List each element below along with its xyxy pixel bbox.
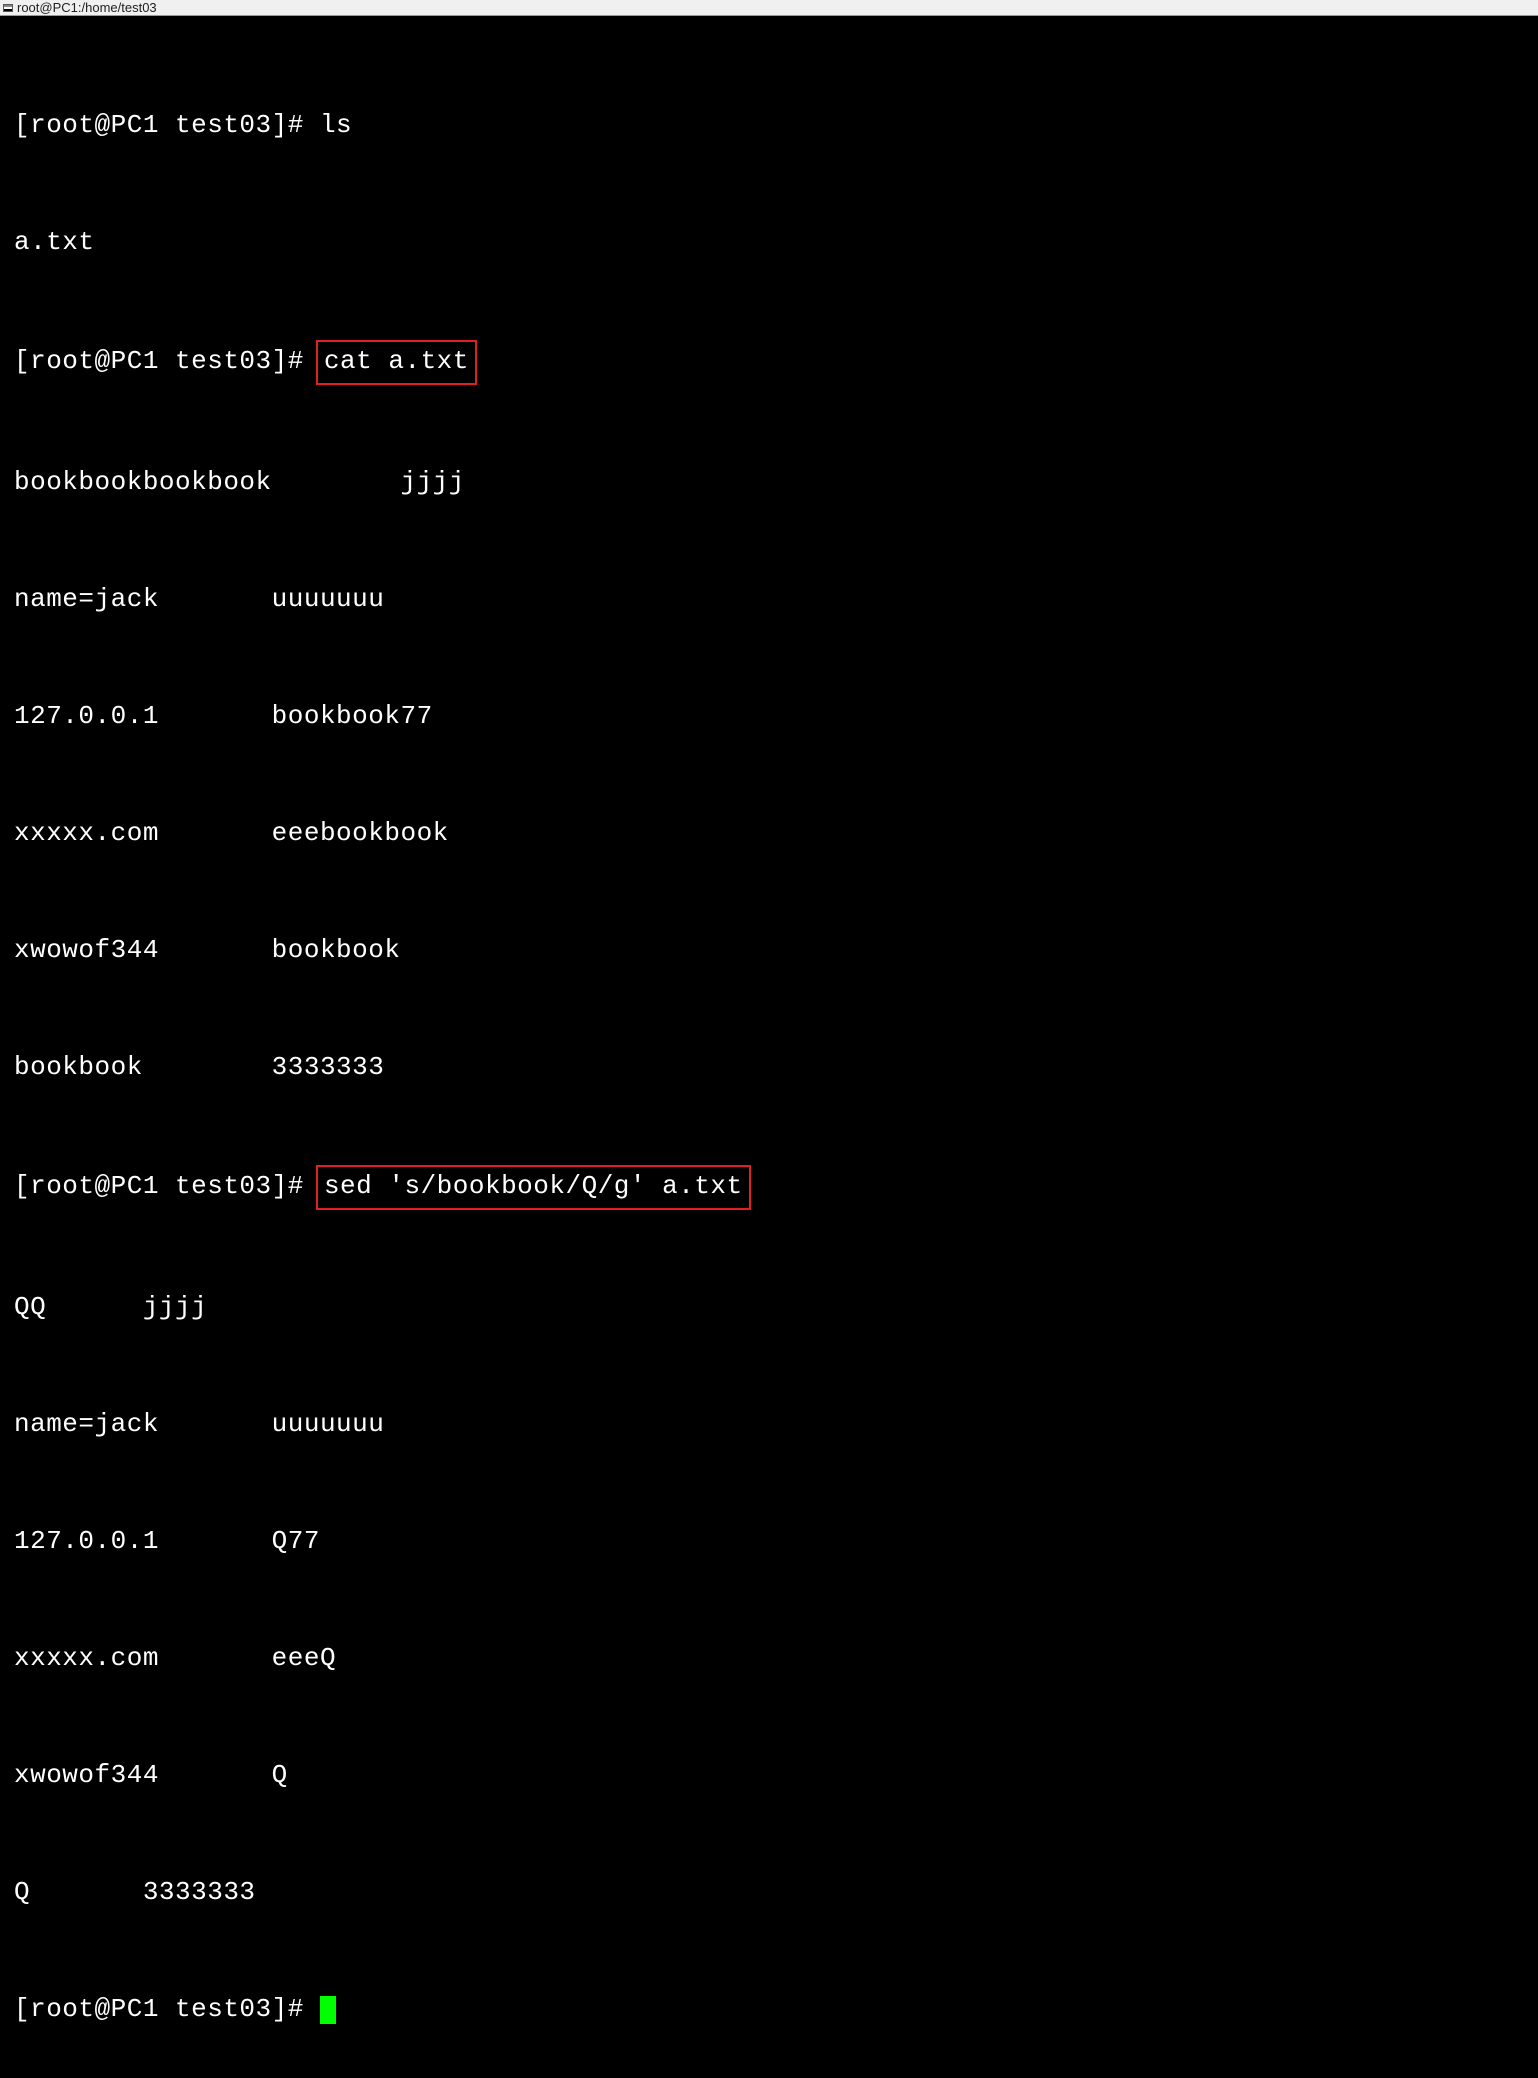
terminal-area[interactable]: [root@PC1 test03]# ls a.txt [root@PC1 te… [0,16,1538,2078]
terminal-output: xxxxx.com eeeQ [14,1639,1528,1678]
terminal-output: a.txt [14,223,1528,262]
terminal-output: xwowof344 Q [14,1756,1528,1795]
cursor [320,1996,336,2024]
terminal-output: name=jack uuuuuuu [14,580,1528,619]
terminal-line: [root@PC1 test03]# [14,1990,1528,2029]
prompt: [root@PC1 test03]# [14,1994,320,2024]
terminal-output: Q 3333333 [14,1873,1528,1912]
terminal-output: name=jack uuuuuuu [14,1405,1528,1444]
title-bar: root@PC1:/home/test03 [0,0,1538,16]
terminal-line: [root@PC1 test03]# sed 's/bookbook/Q/g' … [14,1165,1528,1210]
terminal-output: QQ jjjj [14,1288,1528,1327]
title-bar-text: root@PC1:/home/test03 [17,0,157,17]
terminal-output: xwowof344 bookbook [14,931,1528,970]
terminal-line: [root@PC1 test03]# ls [14,106,1528,145]
prompt: [root@PC1 test03]# [14,346,320,376]
prompt: [root@PC1 test03]# [14,1171,320,1201]
terminal-line: [root@PC1 test03]# cat a.txt [14,340,1528,385]
prompt: [root@PC1 test03]# [14,110,320,140]
terminal-output: 127.0.0.1 Q77 [14,1522,1528,1561]
command-ls: ls [320,110,352,140]
terminal-output: 127.0.0.1 bookbook77 [14,697,1528,736]
terminal-output: bookbook 3333333 [14,1048,1528,1087]
command-cat-highlight: cat a.txt [316,340,477,385]
terminal-icon [3,4,13,12]
terminal-output: bookbookbookbook jjjj [14,463,1528,502]
command-sed-highlight: sed 's/bookbook/Q/g' a.txt [316,1165,751,1210]
terminal-output: xxxxx.com eeebookbook [14,814,1528,853]
